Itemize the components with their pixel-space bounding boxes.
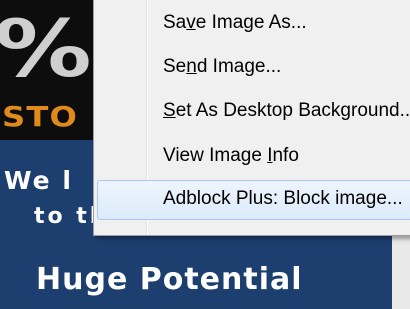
menu-item-view-image-info[interactable]: View Image Info — [97, 137, 410, 177]
menu-item-label: View Image Info — [163, 145, 299, 166]
menu-item-label: Set As Desktop Background... — [163, 100, 410, 121]
menu-item-label: Adblock Plus: Block image... — [163, 188, 403, 209]
menu-item-adblock-plus-block-image[interactable]: Adblock Plus: Block image... — [97, 180, 410, 220]
logo-percent-glyph: % — [0, 5, 92, 95]
context-menu: Save Image As... Send Image... Set As De… — [93, 0, 410, 236]
banner-line-3: Huge Potential — [36, 262, 303, 297]
menu-item-label: Save Image As... — [163, 12, 307, 33]
menu-item-label: Send Image... — [163, 56, 282, 77]
menu-item-send-image[interactable]: Send Image... — [97, 48, 410, 88]
logo-text: STO — [2, 100, 78, 133]
banner-line-1: We l — [4, 166, 73, 195]
menu-item-save-image-as[interactable]: Save Image As... — [97, 4, 410, 44]
menu-item-set-as-desktop-background[interactable]: Set As Desktop Background... — [97, 92, 410, 132]
